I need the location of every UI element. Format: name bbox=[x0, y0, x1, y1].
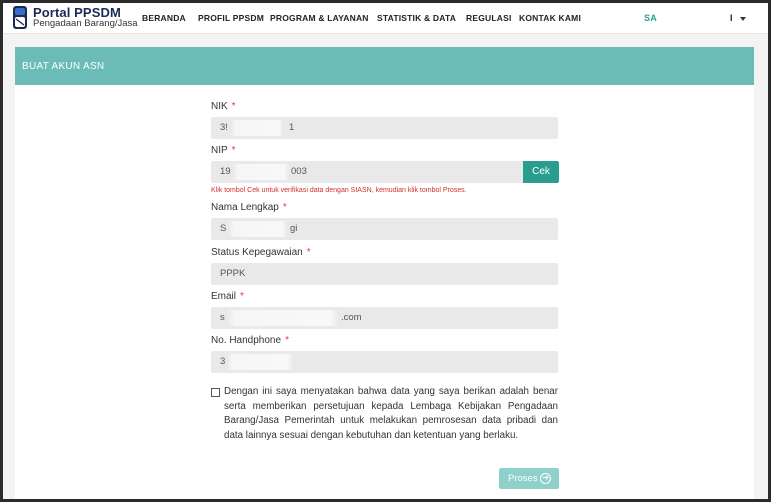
phone-value-start: 3 bbox=[220, 356, 226, 367]
caret-down-icon[interactable] bbox=[740, 17, 746, 21]
user-name-tail[interactable]: I bbox=[730, 13, 733, 23]
user-name-redaction bbox=[657, 10, 730, 26]
nav-program-layanan[interactable]: PROGRAM & LAYANAN bbox=[270, 13, 369, 23]
email-label: Email * bbox=[211, 291, 244, 302]
page-title: BUAT AKUN ASN bbox=[22, 61, 105, 72]
agreement-checkbox[interactable] bbox=[211, 388, 220, 397]
proses-button[interactable]: Proses bbox=[499, 468, 559, 489]
nama-label: Nama Lengkap * bbox=[211, 202, 287, 213]
nama-field[interactable]: S gi bbox=[211, 218, 558, 240]
nav-beranda[interactable]: BERANDA bbox=[142, 13, 186, 23]
nip-value-start: 19 bbox=[220, 166, 231, 177]
register-form: NIK * 3! 1 NIP * 19 003 Cek Klik tombol Ce… bbox=[15, 85, 754, 499]
status-field[interactable]: PPPK bbox=[211, 263, 558, 285]
required-mark: * bbox=[240, 291, 244, 302]
status-label: Status Kepegawaian * bbox=[211, 247, 311, 258]
email-value-start: s bbox=[220, 312, 225, 323]
nik-label: NIK * bbox=[211, 101, 236, 112]
nip-hint: Klik tombol Cek untuk verifikasi data de… bbox=[211, 187, 467, 194]
nik-redaction bbox=[231, 120, 283, 136]
nik-field[interactable]: 3! 1 bbox=[211, 117, 558, 139]
phone-field[interactable]: 3 bbox=[211, 351, 558, 373]
arrow-right-circle-icon bbox=[540, 473, 551, 484]
phone-redaction bbox=[227, 354, 293, 370]
nav-regulasi[interactable]: REGULASI bbox=[466, 13, 512, 23]
nama-redaction bbox=[229, 221, 287, 237]
required-mark: * bbox=[285, 335, 289, 346]
status-value: PPPK bbox=[220, 268, 246, 279]
brand-subtitle: Pengadaan Barang/Jasa bbox=[33, 18, 138, 29]
top-navbar: Portal PPSDM Pengadaan Barang/Jasa BERAN… bbox=[3, 3, 768, 34]
proses-button-label: Proses bbox=[508, 473, 538, 484]
nav-profil-ppsdm[interactable]: PROFIL PPSDM bbox=[198, 13, 264, 23]
email-field[interactable]: s .com bbox=[211, 307, 558, 329]
card-header: BUAT AKUN ASN bbox=[15, 47, 754, 85]
nip-label: NIP * bbox=[211, 145, 236, 156]
browser-viewport: Portal PPSDM Pengadaan Barang/Jasa BERAN… bbox=[3, 3, 768, 499]
agreement-text: Dengan ini saya menyatakan bahwa data ya… bbox=[224, 386, 558, 441]
required-mark: * bbox=[231, 101, 236, 112]
nip-value-end: 003 bbox=[291, 166, 307, 177]
nav-statistik-data[interactable]: STATISTIK & DATA bbox=[377, 13, 456, 23]
required-mark: * bbox=[306, 247, 311, 258]
required-mark: * bbox=[231, 145, 236, 156]
nip-field[interactable]: 19 003 bbox=[211, 161, 523, 183]
nik-value-end: 1 bbox=[289, 122, 295, 133]
nama-value-start: S bbox=[220, 223, 227, 234]
nip-redaction bbox=[233, 164, 289, 180]
nav-kontak-kami[interactable]: KONTAK KAMI bbox=[519, 13, 581, 23]
email-value-end: .com bbox=[341, 312, 362, 323]
user-menu[interactable]: SA bbox=[644, 13, 657, 23]
required-mark: * bbox=[282, 202, 287, 213]
nama-value-end: gi bbox=[290, 223, 298, 234]
ppsdm-logo-icon bbox=[13, 6, 27, 29]
email-redaction bbox=[227, 310, 339, 326]
phone-label: No. Handphone * bbox=[211, 335, 289, 346]
cek-button[interactable]: Cek bbox=[523, 161, 559, 183]
nik-value-start: 3! bbox=[220, 122, 228, 133]
